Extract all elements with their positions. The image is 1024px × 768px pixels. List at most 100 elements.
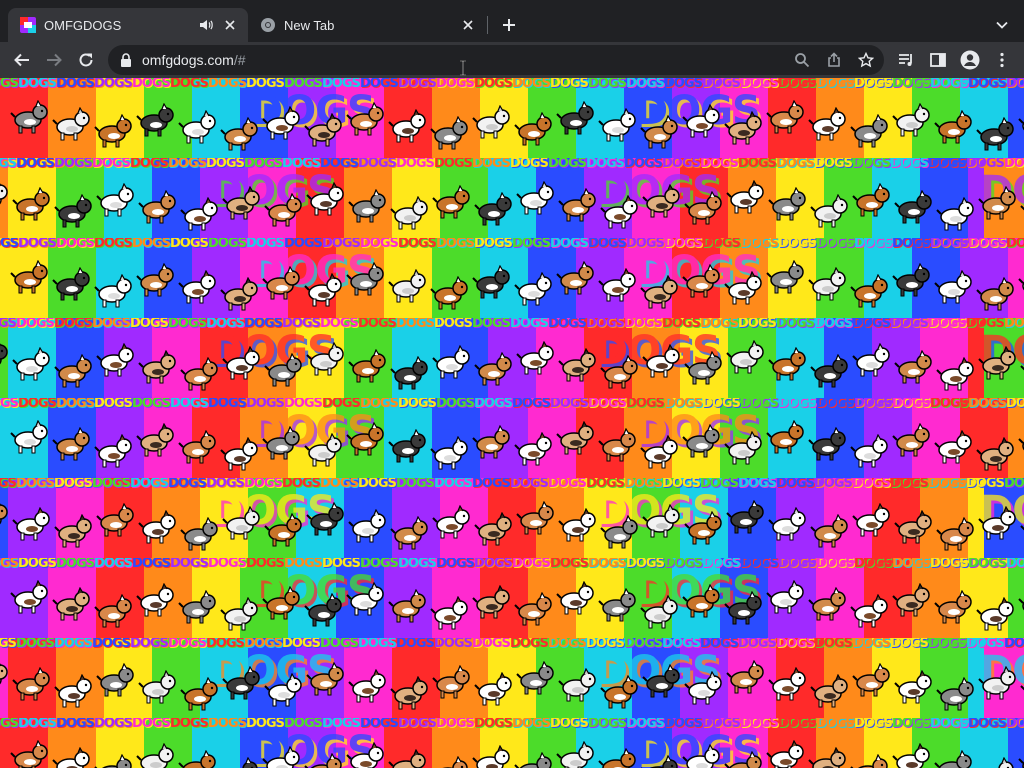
dog-sprite-icon (514, 752, 552, 768)
share-button[interactable] (824, 50, 844, 70)
dog-sprite-icon (0, 343, 8, 365)
tab-omfgdogs[interactable]: OMFGDOGS (8, 8, 248, 42)
dogs-text: DOGS (854, 78, 893, 91)
omfgdogs-page[interactable]: DOGSDOGSDOGSDOGSDOGSDOGSDOGSDOGSDOGSDOGS… (0, 78, 1024, 768)
bookmark-button[interactable] (856, 50, 876, 70)
close-icon[interactable] (460, 17, 476, 33)
dog-sprite-icon (976, 597, 1014, 631)
dog-sprite-icon (94, 594, 132, 628)
dog-sprite-icon (598, 748, 636, 768)
dog-sprite-icon (346, 742, 384, 768)
dogs-text: DOGS (510, 158, 549, 171)
dog-sprite-icon (892, 103, 930, 137)
lock-icon[interactable] (120, 53, 132, 67)
dogs-text: DOGS (550, 398, 589, 411)
dog-sprite-icon (600, 515, 638, 549)
forward-button[interactable] (42, 48, 66, 72)
dogs-text: DOGS (130, 478, 169, 491)
dog-sprite-icon (936, 677, 974, 711)
dogs-text: DOGS (54, 638, 93, 651)
dog-sprite-icon (976, 277, 1014, 311)
dog-sprite-icon (598, 268, 636, 302)
dogs-text: DOGS (208, 398, 247, 411)
dog-sprite-icon (682, 104, 720, 138)
profile-button[interactable] (958, 48, 982, 72)
dog-sprite-icon (1020, 685, 1024, 691)
zoom-search-button[interactable] (792, 50, 812, 70)
dog-sprite-icon (472, 265, 510, 299)
dogs-tile-row: DOGSDOGSDOGSDOGSDOGSDOGSDOGSDOGSDOGSDOGS… (0, 638, 1024, 718)
new-tab-button[interactable] (497, 13, 521, 37)
dogs-text: DOGS (930, 78, 969, 91)
dogs-text: DOGS (170, 718, 209, 731)
dogs-tile-row: DOGSDOGSDOGSDOGSDOGSDOGSDOGSDOGSDOGSDOGS… (0, 718, 1024, 768)
dogs-text: DOGS (474, 398, 513, 411)
dog-sprite-icon (1018, 598, 1024, 611)
tab-search-button[interactable] (990, 13, 1014, 37)
dog-sprite-icon (724, 431, 762, 465)
close-icon[interactable] (222, 17, 238, 33)
dogs-text: DOGS (474, 238, 513, 251)
dog-sprite-icon (936, 357, 974, 391)
dog-sprite-icon (10, 740, 48, 768)
kebab-menu-icon (1000, 52, 1004, 68)
tab-new-tab[interactable]: New Tab (248, 8, 486, 42)
menu-button[interactable] (990, 48, 1014, 72)
dogs-text: DOGS (208, 558, 247, 571)
dogs-text: DOGS (436, 78, 475, 91)
dog-sprite-icon (178, 590, 216, 624)
dogs-text: DOGS (854, 718, 893, 731)
dog-sprite-icon (978, 346, 1016, 380)
address-bar[interactable]: omfgdogs.com/# (108, 45, 884, 75)
dogs-text: DOGS (18, 78, 57, 91)
dog-sprite-icon (558, 188, 596, 222)
dog-sprite-icon (724, 271, 762, 305)
dogs-text-band: DOGSDOGSDOGSDOGSDOGSDOGSDOGSDOGSDOGSDOGS… (0, 558, 1024, 572)
dog-sprite-icon (978, 666, 1016, 700)
dogs-tile-row: DOGSDOGSDOGSDOGSDOGSDOGSDOGSDOGSDOGSDOGS… (0, 78, 1024, 158)
dog-sprite-icon (1020, 365, 1024, 371)
dogs-text: DOGS (892, 78, 931, 91)
dog-sprite-icon (810, 354, 848, 388)
dogs-text: DOGS (0, 718, 19, 731)
dogs-text-band: DOGSDOGSDOGSDOGSDOGSDOGSDOGSDOGSDOGSDOGS… (0, 638, 1024, 652)
dog-sprite-icon (472, 425, 510, 459)
dogs-text: DOGS (396, 478, 435, 491)
dog-sprite-icon (642, 344, 680, 378)
dogs-tile-row: DOGSDOGSDOGSDOGSDOGSDOGSDOGSDOGSDOGSDOGS… (0, 398, 1024, 478)
dog-sprite-icon (304, 753, 342, 768)
speaker-icon[interactable] (198, 17, 214, 33)
tab-divider (487, 16, 488, 34)
dog-sprite-icon (768, 667, 806, 701)
dog-sprite-icon (306, 182, 344, 216)
dog-sprite-icon (12, 347, 50, 381)
dog-sprite-icon (808, 267, 846, 301)
dog-sprite-icon (12, 187, 50, 221)
dog-sprite-icon (726, 660, 764, 694)
dog-sprite-icon (684, 351, 722, 385)
dog-sprite-icon (766, 100, 804, 134)
dog-sprite-icon (178, 430, 216, 464)
dogs-text: DOGS (56, 78, 95, 91)
dog-sprite-icon (768, 347, 806, 381)
dog-sprite-icon (852, 343, 890, 377)
back-button[interactable] (10, 48, 34, 72)
side-panel-button[interactable] (926, 48, 950, 72)
dog-sprite-icon (0, 663, 8, 685)
dog-sprite-icon (1020, 525, 1024, 531)
dogs-text: DOGS (968, 238, 1007, 251)
dogs-text: DOGS (778, 78, 817, 91)
dogs-tile-row: DOGSDOGSDOGSDOGSDOGSDOGSDOGSDOGSDOGSDOGS… (0, 558, 1024, 638)
dogs-text: DOGS (130, 318, 169, 331)
dog-sprite-icon (894, 510, 932, 544)
reload-button[interactable] (74, 48, 98, 72)
media-controls-button[interactable] (894, 48, 918, 72)
dogs-text: DOGS (892, 238, 931, 251)
share-icon (828, 52, 840, 67)
dogs-text: DOGS (398, 78, 437, 91)
dog-sprite-icon (766, 260, 804, 294)
dogs-text: DOGS (474, 558, 513, 571)
dogs-text: DOGS (510, 478, 549, 491)
dogs-text: DOGS (930, 558, 969, 571)
dog-sprite-icon (810, 674, 848, 708)
